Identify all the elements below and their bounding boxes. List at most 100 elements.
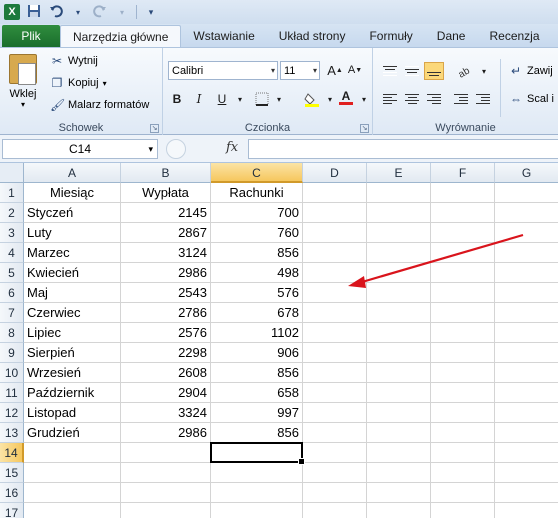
cell-e6[interactable]	[367, 283, 431, 303]
format-painter-button[interactable]: 🖌 Malarz formatów	[50, 96, 149, 114]
cell-g4[interactable]	[495, 243, 558, 263]
cell-c10[interactable]: 856	[211, 363, 303, 383]
row-header-2[interactable]: 2	[0, 203, 24, 223]
chevron-down-icon[interactable]: ▾	[148, 144, 153, 155]
row-header-9[interactable]: 9	[0, 343, 24, 363]
cell-f14[interactable]	[431, 443, 495, 463]
increase-indent-icon[interactable]	[473, 90, 493, 108]
cell-c14[interactable]	[211, 443, 303, 463]
cell-b2[interactable]: 2145	[121, 203, 211, 223]
align-middle-button[interactable]	[402, 62, 422, 80]
cell-a11[interactable]: Październik	[24, 383, 121, 403]
cell-a12[interactable]: Listopad	[24, 403, 121, 423]
cell-d9[interactable]	[303, 343, 367, 363]
row-header-6[interactable]: 6	[0, 283, 24, 303]
formula-bar-splitter[interactable]	[166, 139, 186, 159]
italic-button[interactable]: I	[190, 90, 208, 108]
undo-icon[interactable]	[48, 4, 64, 21]
cell-b8[interactable]: 2576	[121, 323, 211, 343]
customize-toolbar-icon[interactable]: ▾	[143, 7, 159, 18]
cell-c2[interactable]: 700	[211, 203, 303, 223]
cell-c11[interactable]: 658	[211, 383, 303, 403]
cell-b11[interactable]: 2904	[121, 383, 211, 403]
cell-d7[interactable]	[303, 303, 367, 323]
cell-b3[interactable]: 2867	[121, 223, 211, 243]
underline-button[interactable]: U	[213, 90, 231, 108]
cell-d4[interactable]	[303, 243, 367, 263]
cell-e3[interactable]	[367, 223, 431, 243]
cell-d15[interactable]	[303, 463, 367, 483]
paste-button[interactable]: Wklej ▾	[6, 52, 40, 109]
cell-a17[interactable]	[24, 503, 121, 518]
cell-b10[interactable]: 2608	[121, 363, 211, 383]
cell-e2[interactable]	[367, 203, 431, 223]
cell-b9[interactable]: 2298	[121, 343, 211, 363]
cell-b12[interactable]: 3324	[121, 403, 211, 423]
cell-e14[interactable]	[367, 443, 431, 463]
cell-b15[interactable]	[121, 463, 211, 483]
cut-button[interactable]: ✂ Wytnij	[50, 52, 98, 70]
cell-a4[interactable]: Marzec	[24, 243, 121, 263]
tab-data[interactable]: Dane	[425, 25, 478, 47]
font-color-button[interactable]: A	[337, 88, 355, 106]
cell-c16[interactable]	[211, 483, 303, 503]
formula-input[interactable]	[248, 139, 558, 159]
row-header-15[interactable]: 15	[0, 463, 24, 483]
cell-b5[interactable]: 2986	[121, 263, 211, 283]
cell-g12[interactable]	[495, 403, 558, 423]
cell-c9[interactable]: 906	[211, 343, 303, 363]
cell-f15[interactable]	[431, 463, 495, 483]
cell-e8[interactable]	[367, 323, 431, 343]
font-size-select[interactable]: 11 ▾	[280, 61, 320, 80]
cell-g15[interactable]	[495, 463, 558, 483]
cell-f17[interactable]	[431, 503, 495, 518]
cell-c5[interactable]: 498	[211, 263, 303, 283]
cell-e12[interactable]	[367, 403, 431, 423]
merge-center-button[interactable]: ⇔ Scal i	[509, 90, 554, 108]
cell-c7[interactable]: 678	[211, 303, 303, 323]
cell-b16[interactable]	[121, 483, 211, 503]
column-header-a[interactable]: A	[24, 163, 121, 183]
cell-e16[interactable]	[367, 483, 431, 503]
cell-d17[interactable]	[303, 503, 367, 518]
cell-d8[interactable]	[303, 323, 367, 343]
cell-e15[interactable]	[367, 463, 431, 483]
align-left-button[interactable]	[380, 90, 400, 108]
cell-c12[interactable]: 997	[211, 403, 303, 423]
align-center-button[interactable]	[402, 90, 422, 108]
cell-g10[interactable]	[495, 363, 558, 383]
align-bottom-button[interactable]	[424, 62, 444, 80]
underline-dropdown-icon[interactable]: ▾	[231, 90, 249, 108]
row-header-5[interactable]: 5	[0, 263, 24, 283]
cell-d16[interactable]	[303, 483, 367, 503]
cell-b14[interactable]	[121, 443, 211, 463]
cell-b6[interactable]: 2543	[121, 283, 211, 303]
row-header-16[interactable]: 16	[0, 483, 24, 503]
tab-review[interactable]: Recenzja	[477, 25, 551, 47]
font-name-select[interactable]: Calibri ▾	[168, 61, 278, 80]
bold-button[interactable]: B	[168, 90, 186, 108]
cell-b1[interactable]: Wypłata	[121, 183, 211, 203]
cell-f8[interactable]	[431, 323, 495, 343]
column-header-e[interactable]: E	[367, 163, 431, 183]
cell-a2[interactable]: Styczeń	[24, 203, 121, 223]
select-all-corner[interactable]	[0, 163, 24, 183]
insert-function-icon[interactable]: fx	[226, 140, 238, 155]
redo-dropdown-icon[interactable]: ▾	[114, 8, 130, 17]
align-top-button[interactable]	[380, 62, 400, 80]
cell-b13[interactable]: 2986	[121, 423, 211, 443]
undo-dropdown-icon[interactable]: ▾	[70, 8, 86, 17]
copy-dropdown-icon[interactable]: ▾	[103, 79, 107, 88]
shrink-font-button[interactable]: A ▼	[346, 61, 364, 79]
save-icon[interactable]	[26, 4, 42, 21]
cell-g2[interactable]	[495, 203, 558, 223]
cell-d5[interactable]	[303, 263, 367, 283]
cell-e7[interactable]	[367, 303, 431, 323]
cell-f11[interactable]	[431, 383, 495, 403]
fill-color-icon[interactable]	[303, 90, 321, 108]
cell-f2[interactable]	[431, 203, 495, 223]
cell-d11[interactable]	[303, 383, 367, 403]
cell-e10[interactable]	[367, 363, 431, 383]
cell-a8[interactable]: Lipiec	[24, 323, 121, 343]
cell-b4[interactable]: 3124	[121, 243, 211, 263]
